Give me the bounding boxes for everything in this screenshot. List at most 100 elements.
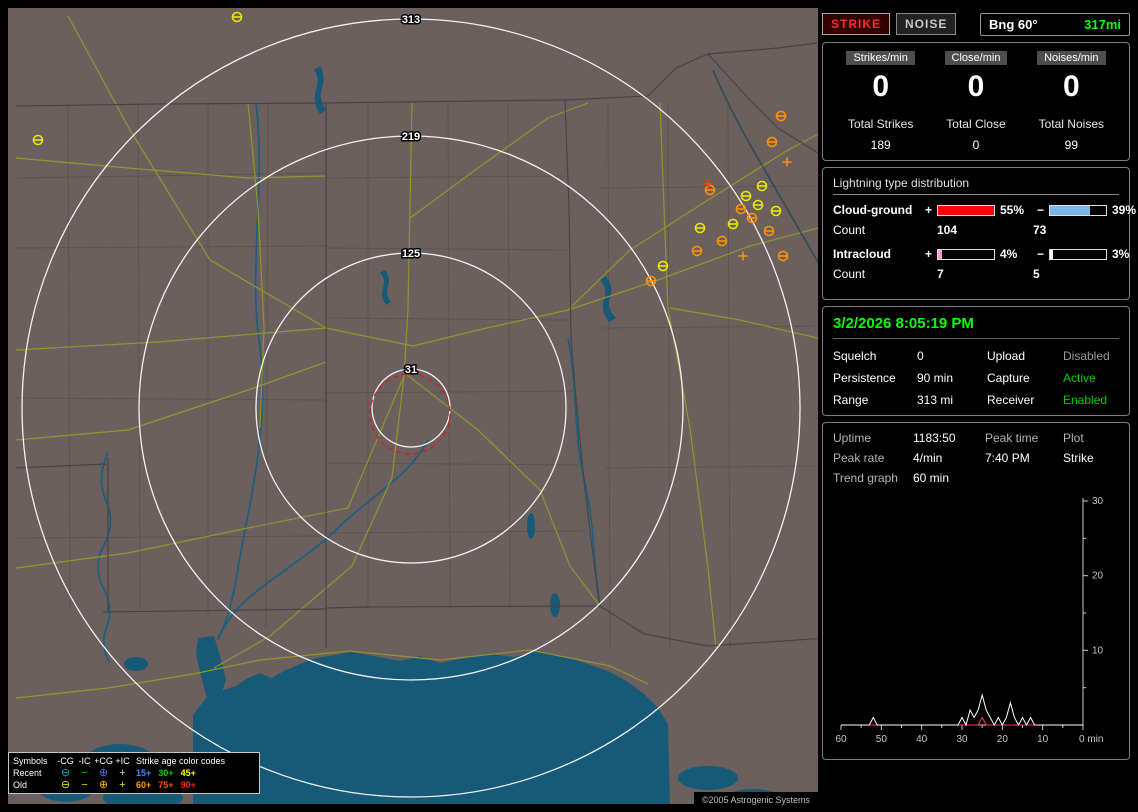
persistence-value: 90 min: [917, 371, 954, 385]
rates-box: Strikes/min 0 Total Strikes 189 Close/mi…: [822, 42, 1130, 161]
cg-minus-pct: 39%: [1112, 203, 1137, 217]
legend-recent-row: Recent ⊖ − ⊕ + 15+ 30+ 45+: [13, 767, 255, 779]
recent-pos-cg-icon: ⊕: [98, 767, 109, 779]
distribution-title: Lightning type distribution: [833, 176, 1119, 195]
bearing-range-value: 317mi: [1084, 16, 1121, 32]
old-age-codes: 60+ 75+ 90+: [131, 780, 255, 790]
plot-label: Plot: [1063, 431, 1084, 445]
svg-text:10: 10: [1092, 645, 1104, 656]
legend-recent-label: Recent: [13, 768, 42, 778]
ic-minus-sign: −: [1037, 247, 1045, 261]
upload-value: Disabled: [1063, 349, 1110, 363]
recent-neg-cg-icon: ⊖: [60, 767, 71, 779]
range-value: 313 mi: [917, 393, 954, 407]
uptime-grid: Uptime 1183:50 Peak time Plot Peak rate …: [833, 431, 1119, 485]
side-panel: STRIKE NOISE Bng 60° 317mi Strikes/min 0…: [822, 12, 1136, 760]
ic-plus-pct: 4%: [1000, 247, 1018, 261]
age-code-badge: 60+: [136, 780, 152, 790]
ic-minus-bar: [1049, 248, 1107, 260]
legend-col-neg-ic: -IC: [78, 756, 91, 766]
persistence-label: Persistence: [833, 371, 896, 385]
legend-col-neg-cg: -CG: [57, 756, 74, 766]
legend-old-row: Old ⊖ − ⊕ + 60+ 75+ 90+: [13, 779, 255, 791]
cg-plus-count: 104: [937, 223, 958, 237]
datetime-display: 3/2/2026 8:05:19 PM: [833, 315, 974, 332]
ic-count-label: Count: [833, 267, 866, 281]
recent-neg-ic-icon: −: [81, 767, 88, 779]
total-noises-value: 99: [1064, 138, 1078, 152]
trend-box: Uptime 1183:50 Peak time Plot Peak rate …: [822, 422, 1130, 760]
age-code-badge: 90+: [180, 780, 196, 790]
ic-plus-count: 7: [937, 267, 944, 281]
capture-value: Active: [1063, 371, 1096, 385]
cg-minus-sign: −: [1037, 203, 1045, 217]
panel-header: STRIKE NOISE Bng 60° 317mi: [822, 12, 1130, 36]
squelch-value: 0: [917, 349, 924, 363]
legend-symbols-title: Symbols: [13, 756, 48, 766]
legend-col-pos-ic: +IC: [115, 756, 130, 766]
total-strikes-label: Total Strikes: [847, 117, 914, 131]
svg-text:60: 60: [835, 734, 847, 745]
total-close-label: Total Close: [946, 117, 1006, 131]
noises-per-min-chip: Noises/min: [1037, 51, 1106, 65]
svg-text:40: 40: [916, 734, 928, 745]
intracloud-row: Intracloud + 4% − 3%: [833, 247, 1129, 261]
svg-text:20: 20: [1092, 571, 1104, 582]
age-code-badge: 15+: [136, 768, 152, 778]
noise-mode-button[interactable]: NOISE: [896, 13, 957, 35]
copyright: ©2005 Astrogenic Systems: [693, 792, 818, 808]
close-rate-column: Close/min 0 Total Close 0: [928, 50, 1023, 152]
legend-col-pos-cg: +CG: [94, 756, 113, 766]
strikes-rate-column: Strikes/min 0 Total Strikes 189: [833, 50, 928, 152]
svg-text:125: 125: [402, 248, 420, 260]
total-strikes-value: 189: [870, 138, 891, 152]
strike-mode-button[interactable]: STRIKE: [822, 13, 891, 35]
svg-text:30: 30: [1092, 496, 1104, 507]
upload-label: Upload: [987, 349, 1026, 363]
peak-time-label: Peak time: [985, 431, 1039, 445]
noises-rate-column: Noises/min 0 Total Noises 99: [1024, 50, 1119, 152]
svg-text:0 min: 0 min: [1079, 734, 1103, 745]
recent-pos-ic-icon: +: [119, 767, 126, 779]
svg-text:313: 313: [402, 14, 420, 26]
intracloud-count-row: Count 7 5: [833, 267, 1119, 281]
status-grid: Squelch 0 Upload Disabled Persistence 90…: [833, 349, 1119, 407]
peak-rate-label: Peak rate: [833, 451, 885, 465]
svg-text:50: 50: [876, 734, 888, 745]
ic-plus-sign: +: [925, 247, 933, 261]
ic-minus-count: 5: [1033, 267, 1040, 281]
svg-text:20: 20: [997, 734, 1009, 745]
cg-minus-bar: [1049, 204, 1107, 216]
map-canvas[interactable]: 313 219 125 31: [8, 8, 818, 804]
status-divider: [833, 338, 1119, 339]
trend-graph: 10 20 30 0 min 10 20 30 40 50 60: [835, 496, 1104, 745]
old-neg-ic-icon: −: [81, 779, 88, 791]
noises-per-min-value: 0: [1062, 70, 1080, 103]
trend-graph-label: Trend graph: [833, 471, 898, 485]
svg-text:31: 31: [405, 364, 417, 376]
age-code-badge: 30+: [158, 768, 174, 778]
age-code-badge: 75+: [158, 780, 174, 790]
peak-rate-value: 4/min: [913, 451, 943, 465]
cg-count-label: Count: [833, 223, 866, 237]
legend-age-title: Strike age color codes: [136, 756, 226, 766]
cloud-ground-count-row: Count 104 73: [833, 223, 1119, 237]
strikes-per-min-value: 0: [872, 70, 889, 103]
peak-time-value: 7:40 PM: [985, 451, 1030, 465]
svg-text:10: 10: [1037, 734, 1049, 745]
ic-minus-pct: 3%: [1112, 247, 1130, 261]
svg-text:219: 219: [402, 131, 420, 143]
bearing-display: Bng 60° 317mi: [980, 12, 1130, 36]
lightning-map[interactable]: 313 219 125 31 Symbols -CG -IC +CG +IC Stri…: [8, 8, 818, 808]
total-noises-label: Total Noises: [1038, 117, 1104, 131]
status-box: 3/2/2026 8:05:19 PM Squelch 0 Upload Dis…: [822, 306, 1130, 416]
intracloud-label: Intracloud: [833, 247, 892, 261]
cloud-ground-label: Cloud-ground: [833, 203, 913, 217]
svg-text:30: 30: [956, 734, 968, 745]
uptime-label: Uptime: [833, 431, 872, 445]
close-per-min-value: 0: [967, 70, 985, 103]
squelch-label: Squelch: [833, 349, 877, 363]
legend-old-label: Old: [13, 780, 28, 790]
